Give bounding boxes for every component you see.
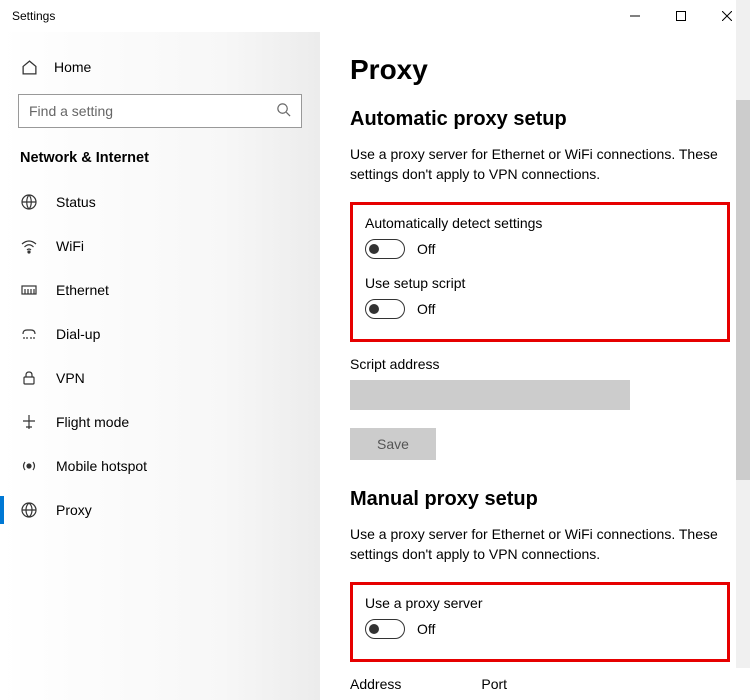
scrollbar-thumb[interactable]	[736, 100, 750, 480]
auto-proxy-description: Use a proxy server for Ethernet or WiFi …	[350, 145, 720, 184]
proxy-icon	[20, 501, 38, 519]
use-proxy-state: Off	[417, 621, 435, 637]
window-title: Settings	[12, 9, 55, 23]
sidebar: Home Network & Internet Status WiFi	[0, 32, 320, 700]
window-controls	[612, 0, 750, 32]
status-icon	[20, 193, 38, 211]
setup-script-label: Use setup script	[365, 275, 715, 291]
auto-detect-state: Off	[417, 241, 435, 257]
home-icon	[20, 58, 38, 76]
port-label: Port	[481, 676, 507, 692]
sidebar-item-label: Status	[56, 194, 96, 210]
ethernet-icon	[20, 281, 38, 299]
search-input[interactable]	[29, 103, 276, 119]
sidebar-item-label: Flight mode	[56, 414, 129, 430]
sidebar-item-status[interactable]: Status	[0, 180, 320, 224]
wifi-icon	[20, 237, 38, 255]
auto-detect-label: Automatically detect settings	[365, 215, 715, 231]
manual-proxy-description: Use a proxy server for Ethernet or WiFi …	[350, 525, 720, 564]
maximize-button[interactable]	[658, 0, 704, 32]
setup-script-state: Off	[417, 301, 435, 317]
sidebar-item-label: Mobile hotspot	[56, 458, 147, 474]
sidebar-item-label: Ethernet	[56, 282, 109, 298]
manual-proxy-heading: Manual proxy setup	[350, 488, 730, 511]
script-address-input	[350, 380, 630, 410]
highlight-auto-proxy: Automatically detect settings Off Use se…	[350, 202, 730, 342]
setup-script-toggle[interactable]	[365, 299, 405, 319]
sidebar-item-ethernet[interactable]: Ethernet	[0, 268, 320, 312]
auto-detect-toggle[interactable]	[365, 239, 405, 259]
sidebar-item-flight-mode[interactable]: Flight mode	[0, 400, 320, 444]
sidebar-item-wifi[interactable]: WiFi	[0, 224, 320, 268]
sidebar-item-label: Proxy	[56, 502, 92, 518]
dialup-icon	[20, 325, 38, 343]
home-nav[interactable]: Home	[0, 50, 320, 94]
address-label: Address	[350, 676, 401, 692]
vpn-icon	[20, 369, 38, 387]
sidebar-item-vpn[interactable]: VPN	[0, 356, 320, 400]
use-proxy-toggle[interactable]	[365, 619, 405, 639]
sidebar-item-dialup[interactable]: Dial-up	[0, 312, 320, 356]
titlebar: Settings	[0, 0, 750, 32]
script-address-label: Script address	[350, 356, 730, 372]
save-button: Save	[350, 428, 436, 460]
page-title: Proxy	[350, 54, 730, 86]
highlight-manual-proxy: Use a proxy server Off	[350, 582, 730, 662]
sidebar-item-mobile-hotspot[interactable]: Mobile hotspot	[0, 444, 320, 488]
minimize-button[interactable]	[612, 0, 658, 32]
sidebar-item-label: VPN	[56, 370, 85, 386]
home-label: Home	[54, 59, 91, 75]
sidebar-item-proxy[interactable]: Proxy	[0, 488, 320, 532]
search-input-container[interactable]	[18, 94, 302, 128]
use-proxy-label: Use a proxy server	[365, 595, 715, 611]
search-icon	[276, 102, 291, 120]
auto-proxy-heading: Automatic proxy setup	[350, 108, 730, 131]
flight-icon	[20, 413, 38, 431]
hotspot-icon	[20, 457, 38, 475]
sidebar-item-label: Dial-up	[56, 326, 100, 342]
category-header: Network & Internet	[0, 148, 320, 180]
sidebar-item-label: WiFi	[56, 238, 84, 254]
main-content: Proxy Automatic proxy setup Use a proxy …	[320, 32, 750, 700]
